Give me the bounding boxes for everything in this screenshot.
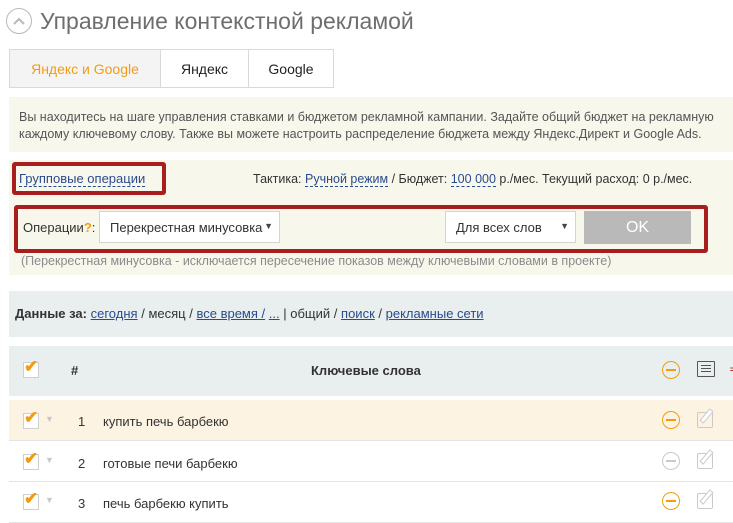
operations-colon: : bbox=[91, 220, 96, 235]
tactic-mode-link[interactable]: Ручной режим bbox=[305, 172, 389, 187]
edit-icon[interactable] bbox=[697, 453, 713, 469]
source-total[interactable]: общий bbox=[290, 306, 330, 321]
tab-yandex[interactable]: Яндекс bbox=[160, 49, 249, 88]
check-icon: ✔ bbox=[24, 408, 39, 427]
budget-rest: р./мес. Текущий расход: 0 р./мес. bbox=[499, 172, 693, 186]
group-operations-link[interactable]: Групповые операции bbox=[19, 171, 146, 187]
tactic-info: Тактика: Ручной режим / Бюджет: 100 000 … bbox=[253, 172, 693, 187]
select-all-checkbox[interactable]: ✔ bbox=[23, 357, 39, 378]
page-title: Управление контекстной рекламой bbox=[40, 7, 414, 34]
collapse-button[interactable] bbox=[6, 8, 32, 34]
col-num: # bbox=[71, 363, 79, 378]
caret-down-icon: ▼ bbox=[264, 221, 273, 231]
tab-bar: Яндекс и Google Яндекс Google bbox=[9, 49, 334, 88]
source-search[interactable]: поиск bbox=[341, 306, 375, 321]
chevron-up-icon bbox=[13, 17, 25, 25]
operation-hint: (Перекрестная минусовка - исключается пе… bbox=[21, 254, 612, 268]
table-row[interactable]: ✔ ▼ 2 готовые печи барбекю bbox=[9, 441, 733, 482]
sep: / bbox=[141, 306, 145, 321]
check-icon: ✔ bbox=[24, 489, 39, 508]
budget-value-link[interactable]: 100 000 bbox=[450, 172, 496, 187]
period-custom[interactable]: ... bbox=[269, 306, 280, 321]
operation-select[interactable]: Перекрестная минусовка ▼ bbox=[99, 211, 280, 243]
keyword-text: готовые печи барбекю bbox=[103, 456, 238, 471]
info-box: Вы находитесь на шаге управления ставкам… bbox=[9, 97, 733, 152]
period-today[interactable]: сегодня bbox=[91, 306, 138, 321]
scope-select-value: Для всех слов bbox=[456, 219, 542, 235]
table-row[interactable]: ✔ ▼ 1 купить печь барбекю bbox=[9, 400, 733, 441]
caret-down-icon[interactable]: ▼ bbox=[45, 495, 54, 505]
minus-circle-icon[interactable] bbox=[662, 411, 680, 429]
info-line-2: каждому ключевому слову. Также вы можете… bbox=[19, 127, 702, 141]
caret-down-icon: ▼ bbox=[560, 221, 569, 231]
operation-select-value: Перекрестная минусовка bbox=[110, 219, 263, 235]
keyword-text: купить печь барбекю bbox=[103, 414, 229, 429]
minus-circle-icon[interactable] bbox=[662, 452, 680, 470]
table-header: ✔ # Ключевые слова ≑ bbox=[9, 346, 733, 396]
row-checkbox[interactable]: ✔ bbox=[23, 489, 39, 510]
row-number: 3 bbox=[78, 496, 86, 511]
source-networks[interactable]: рекламные сети bbox=[386, 306, 484, 321]
operations-label: Операции?: bbox=[23, 220, 95, 235]
ok-button[interactable]: OK bbox=[584, 211, 691, 244]
keyword-text: печь барбекю купить bbox=[103, 496, 229, 511]
period-month[interactable]: месяц bbox=[148, 306, 185, 321]
row-checkbox[interactable]: ✔ bbox=[23, 449, 39, 470]
period-all-time[interactable]: все время / bbox=[196, 306, 265, 321]
minus-circle-icon[interactable] bbox=[662, 492, 680, 510]
check-icon: ✔ bbox=[24, 449, 39, 468]
tactic-label: Тактика: bbox=[253, 172, 302, 186]
tab-yandex-google[interactable]: Яндекс и Google bbox=[9, 49, 161, 88]
caret-down-icon[interactable]: ▼ bbox=[45, 414, 54, 424]
tab-google[interactable]: Google bbox=[248, 49, 334, 88]
row-number: 2 bbox=[78, 456, 86, 471]
row-number: 1 bbox=[78, 414, 86, 429]
sep: | bbox=[283, 306, 287, 321]
help-icon[interactable]: ? bbox=[84, 220, 92, 235]
sep: / bbox=[189, 306, 193, 321]
edit-icon[interactable] bbox=[697, 493, 713, 509]
sep: / bbox=[333, 306, 338, 321]
caret-down-icon[interactable]: ▼ bbox=[45, 455, 54, 465]
minus-circle-icon[interactable] bbox=[662, 361, 680, 379]
col-keywords: Ключевые слова bbox=[311, 363, 421, 378]
data-for-label: Данные за: bbox=[15, 306, 87, 321]
budget-label: / Бюджет: bbox=[391, 172, 448, 186]
row-checkbox[interactable]: ✔ bbox=[23, 408, 39, 429]
check-icon: ✔ bbox=[24, 357, 39, 376]
info-line-1: Вы находитесь на шаге управления ставкам… bbox=[19, 110, 714, 124]
page-header: Управление контекстной рекламой bbox=[6, 4, 414, 38]
sep: / bbox=[378, 306, 382, 321]
scope-select[interactable]: Для всех слов ▼ bbox=[445, 211, 576, 243]
edit-icon[interactable] bbox=[697, 412, 713, 428]
notes-icon[interactable] bbox=[697, 361, 715, 377]
operations-text: Операции bbox=[23, 220, 84, 235]
data-period-filters: Данные за: сегодня / месяц / все время /… bbox=[15, 306, 484, 321]
sort-icon[interactable]: ≑ bbox=[729, 362, 733, 376]
